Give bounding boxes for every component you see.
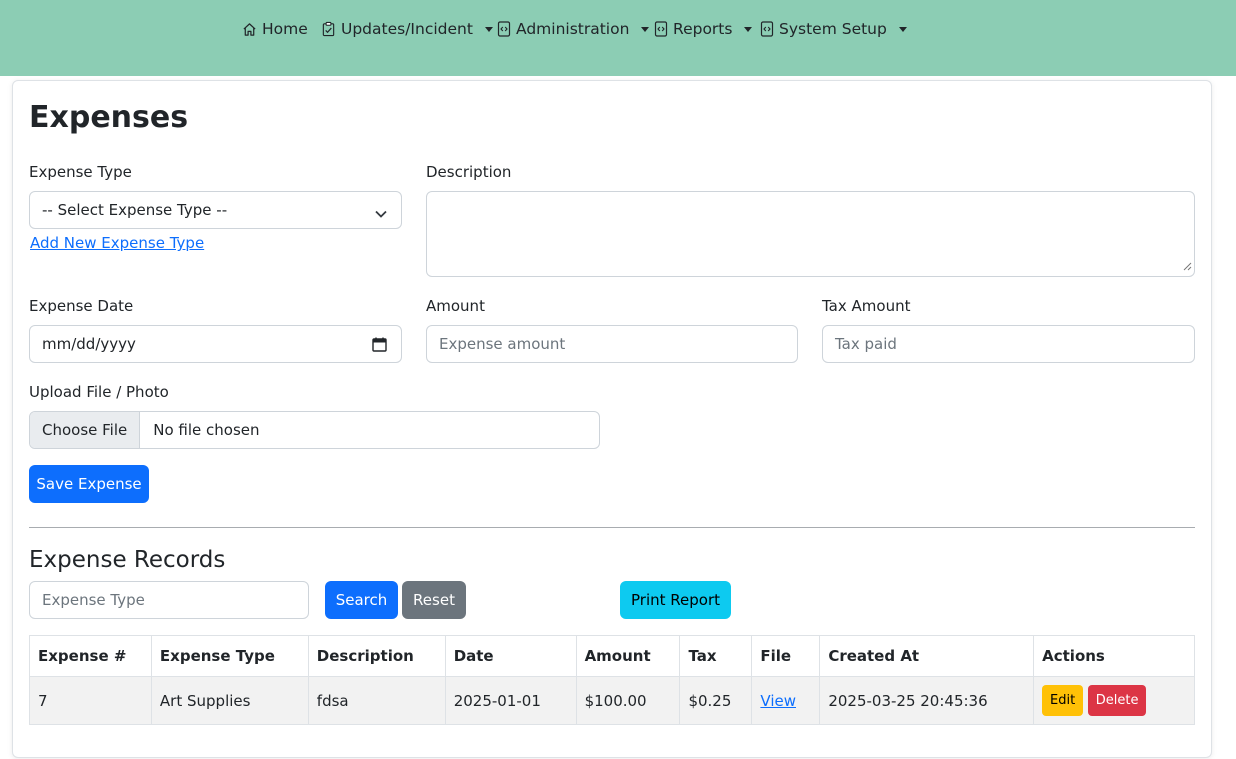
cell-expense-type: Art Supplies (150, 676, 309, 725)
column-header: Expense Type (150, 635, 309, 677)
column-header: Tax (679, 635, 753, 677)
expense-type-select[interactable]: -- Select Expense Type -- (29, 191, 402, 229)
view-file-link[interactable]: View (760, 692, 796, 710)
reset-button[interactable]: Reset (402, 581, 466, 619)
nav-administration-label: Administration (516, 20, 630, 38)
expense-records-table: Expense # Expense Type Description Date … (29, 635, 1195, 725)
expense-records-title: Expense Records (29, 547, 226, 573)
search-placeholder: Expense Type (42, 591, 145, 609)
cell-file: View (751, 676, 821, 725)
nav-system-setup-label: System Setup (779, 20, 887, 38)
nav-home[interactable]: Home (242, 17, 308, 41)
file-name-text: No file chosen (153, 421, 260, 439)
table-header-row: Expense # Expense Type Description Date … (29, 635, 1195, 677)
top-navbar: Home Updates/Incident Administration Rep… (0, 0, 1236, 76)
column-header: Actions (1033, 635, 1195, 677)
cell-date: 2025-01-01 (444, 676, 577, 725)
nav-updates-label: Updates/Incident (341, 20, 473, 38)
chevron-down-icon (484, 26, 493, 32)
column-header: File (751, 635, 821, 677)
cell-tax: $0.25 (679, 676, 753, 725)
amount-label: Amount (426, 297, 485, 315)
file-code-icon (760, 21, 774, 37)
column-header: Expense # (29, 635, 152, 677)
description-label: Description (426, 163, 512, 181)
expense-date-input[interactable]: mm/dd/yyyy (29, 325, 402, 363)
nav-reports[interactable]: Reports (654, 17, 753, 41)
expense-type-selected: -- Select Expense Type -- (42, 201, 228, 219)
chevron-down-icon (744, 26, 753, 32)
column-header: Amount (575, 635, 681, 677)
expense-date-value: mm/dd/yyyy (42, 335, 136, 353)
cell-actions: Edit Delete (1033, 676, 1195, 725)
cell-created-at: 2025-03-25 20:45:36 (819, 676, 1035, 725)
delete-button[interactable]: Delete (1088, 685, 1147, 716)
column-header: Date (444, 635, 577, 677)
table-row: 7 Art Supplies fdsa 2025-01-01 $100.00 $… (29, 676, 1195, 725)
house-icon (242, 22, 257, 37)
add-expense-type-link[interactable]: Add New Expense Type (30, 234, 204, 252)
resize-handle-icon[interactable] (1183, 257, 1192, 275)
page-title: Expenses (29, 100, 189, 135)
tax-placeholder: Tax paid (835, 335, 897, 353)
search-input[interactable]: Expense Type (29, 581, 309, 619)
description-textarea[interactable] (426, 191, 1195, 277)
file-upload-input[interactable]: Choose File No file chosen (29, 411, 600, 449)
amount-placeholder: Expense amount (439, 335, 566, 353)
upload-label: Upload File / Photo (29, 383, 169, 401)
nav-home-label: Home (262, 20, 308, 38)
cell-expense-id: 7 (29, 676, 152, 725)
expense-type-label: Expense Type (29, 163, 132, 181)
edit-button[interactable]: Edit (1042, 685, 1084, 716)
nav-system-setup[interactable]: System Setup (760, 17, 907, 41)
amount-input[interactable]: Expense amount (426, 325, 798, 363)
clipboard-check-icon (321, 21, 336, 37)
expense-date-label: Expense Date (29, 297, 134, 315)
cell-description: fdsa (307, 676, 446, 725)
tax-amount-label: Tax Amount (822, 297, 911, 315)
calendar-icon[interactable] (372, 337, 387, 356)
column-header: Created At (819, 635, 1035, 677)
print-report-button[interactable]: Print Report (620, 581, 731, 619)
chevron-down-icon (641, 26, 650, 32)
nav-administration[interactable]: Administration (497, 17, 650, 41)
section-divider (29, 527, 1195, 528)
choose-file-button[interactable]: Choose File (30, 412, 141, 448)
nav-reports-label: Reports (673, 20, 733, 38)
tax-amount-input[interactable]: Tax paid (822, 325, 1195, 363)
column-header: Description (307, 635, 446, 677)
save-expense-button[interactable]: Save Expense (29, 465, 149, 503)
file-code-icon (497, 21, 511, 37)
chevron-down-icon (898, 26, 907, 32)
chevron-down-icon (375, 205, 387, 223)
file-code-icon (654, 21, 668, 37)
cell-amount: $100.00 (575, 676, 681, 725)
nav-updates-incident[interactable]: Updates/Incident (321, 17, 493, 41)
search-button[interactable]: Search (325, 581, 398, 619)
